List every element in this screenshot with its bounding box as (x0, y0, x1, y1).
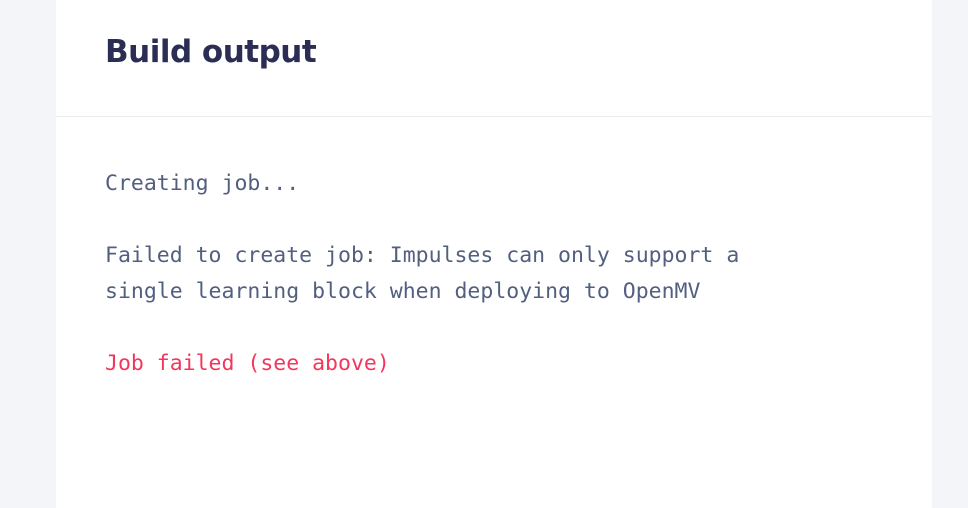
log-line-failed-message-continued: single learning block when deploying to … (105, 279, 701, 304)
build-log: Creating job... Failed to create job: Im… (105, 166, 885, 382)
log-line-job-failed: Job failed (see above) (105, 351, 390, 376)
log-line-blank (105, 310, 885, 346)
panel-header: Build output (56, 0, 932, 117)
log-line-failed-message: Failed to create job: Impulses can only … (105, 243, 740, 268)
panel-title: Build output (105, 34, 317, 70)
log-line-creating-job: Creating job... (105, 171, 300, 196)
log-line-blank (105, 202, 885, 238)
build-output-panel: Build output Creating job... Failed to c… (56, 0, 932, 508)
